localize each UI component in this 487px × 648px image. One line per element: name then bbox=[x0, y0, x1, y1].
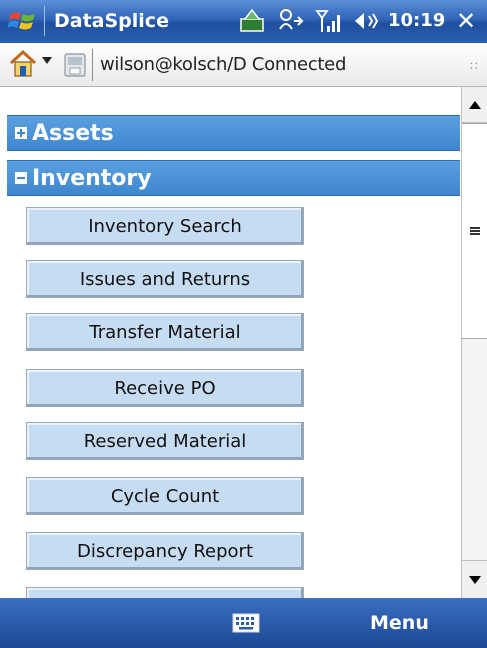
expand-icon[interactable] bbox=[15, 127, 27, 139]
collapse-icon[interactable] bbox=[15, 172, 27, 184]
scroll-down-arrow-icon[interactable] bbox=[462, 560, 487, 598]
thumb-grip-icon bbox=[470, 227, 480, 235]
transfer-material-button[interactable]: Transfer Material bbox=[26, 313, 304, 351]
sync-icon[interactable] bbox=[238, 7, 268, 35]
home-dropdown-arrow-icon[interactable] bbox=[42, 57, 52, 64]
close-button[interactable]: ✕ bbox=[452, 8, 480, 36]
clock[interactable]: 10:19 bbox=[388, 10, 445, 31]
content-area: Assets Inventory Inventory Search Issues… bbox=[0, 87, 487, 598]
menu-softkey[interactable]: Menu bbox=[370, 612, 429, 634]
toolbar-grip-icon[interactable]: ∷ bbox=[470, 59, 478, 73]
issues-and-returns-button[interactable]: Issues and Returns bbox=[26, 260, 304, 298]
keyboard-icon[interactable] bbox=[232, 612, 260, 634]
menu-button-partial[interactable] bbox=[26, 587, 304, 598]
status-icons bbox=[238, 7, 382, 35]
volume-icon[interactable] bbox=[352, 7, 382, 35]
toolbar-separator bbox=[92, 49, 93, 81]
document-icon[interactable] bbox=[63, 51, 87, 79]
app-title: DataSplice bbox=[54, 10, 169, 32]
connection-status: wilson@kolsch/D Connected bbox=[100, 54, 347, 75]
title-bar: DataSplice 10:19 ✕ bbox=[0, 0, 487, 43]
scroll-up-arrow-icon[interactable] bbox=[462, 87, 487, 123]
discrepancy-report-button[interactable]: Discrepancy Report bbox=[26, 532, 304, 570]
vertical-scrollbar[interactable] bbox=[461, 87, 487, 598]
section-inventory[interactable]: Inventory bbox=[7, 160, 460, 196]
signal-strength-icon[interactable] bbox=[314, 7, 344, 35]
home-icon[interactable] bbox=[8, 49, 38, 79]
section-label: Inventory bbox=[32, 165, 152, 191]
section-assets[interactable]: Assets bbox=[7, 115, 460, 151]
softkey-bar: Menu bbox=[0, 598, 487, 648]
reserved-material-button[interactable]: Reserved Material bbox=[26, 422, 304, 460]
connectivity-icon[interactable] bbox=[276, 7, 306, 35]
title-separator bbox=[44, 6, 45, 36]
windows-start-icon[interactable] bbox=[8, 6, 38, 36]
section-label: Assets bbox=[32, 120, 114, 146]
scroll-thumb[interactable] bbox=[462, 123, 487, 339]
cycle-count-button[interactable]: Cycle Count bbox=[26, 477, 304, 515]
toolbar: wilson@kolsch/D Connected ∷ bbox=[0, 43, 487, 87]
receive-po-button[interactable]: Receive PO bbox=[26, 369, 304, 407]
inventory-search-button[interactable]: Inventory Search bbox=[26, 207, 304, 245]
